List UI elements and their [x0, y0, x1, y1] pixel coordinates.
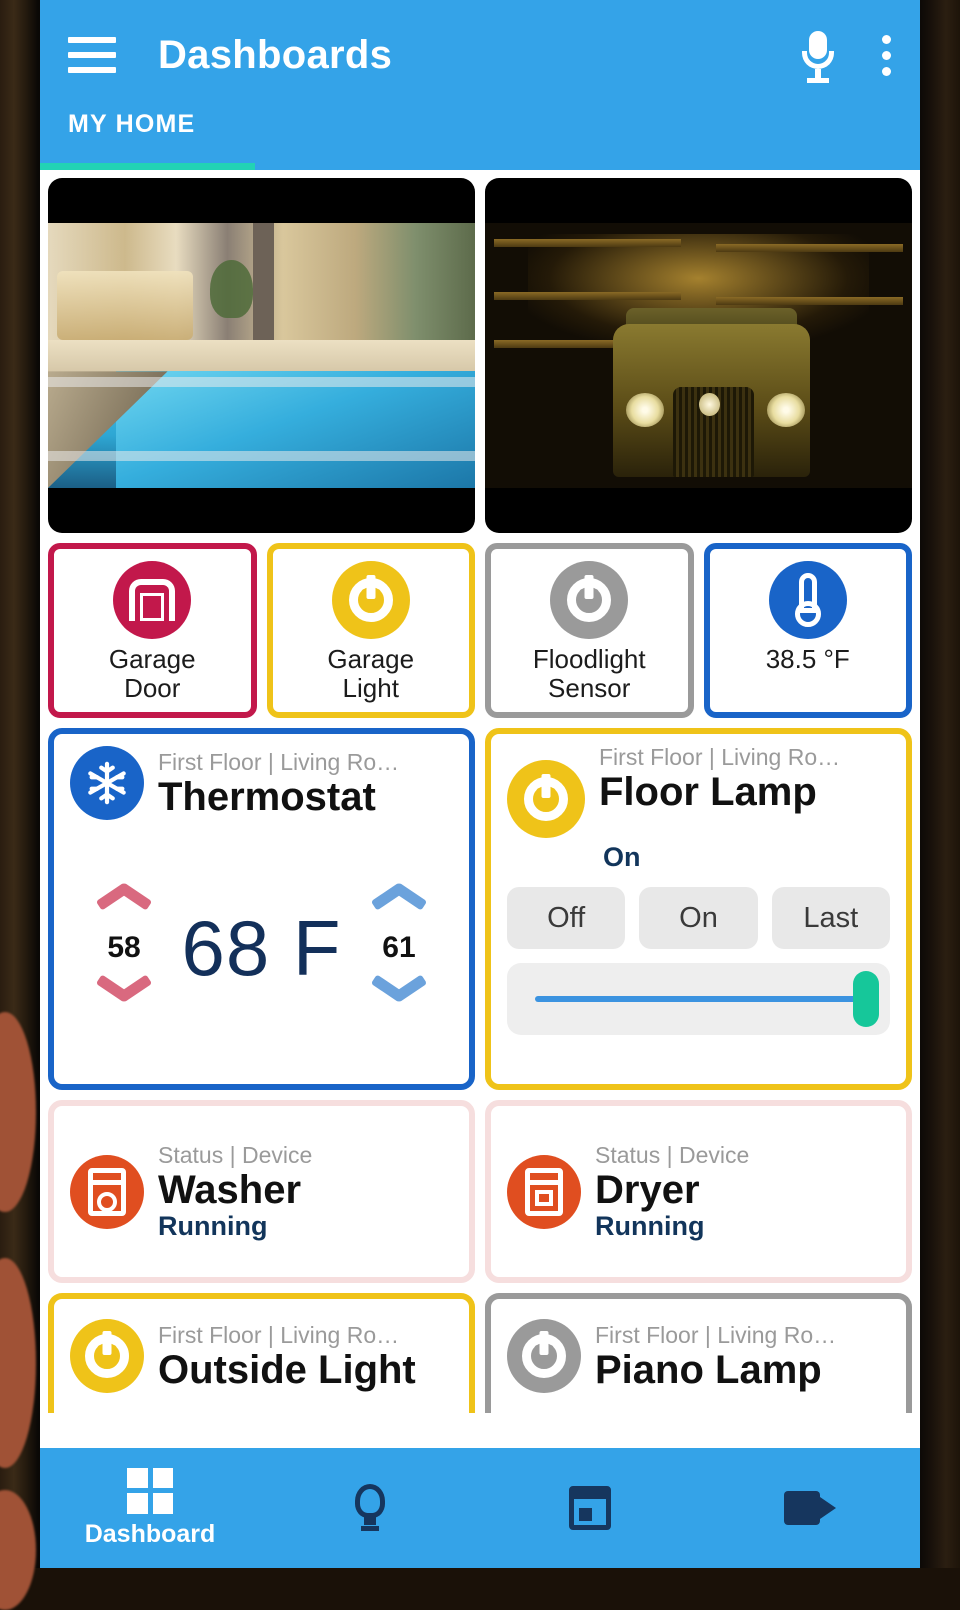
- card-subtitle: First Floor | Living Ro…: [158, 1321, 400, 1348]
- card-outside-light[interactable]: First Floor | Living Ro… Outside Light: [48, 1293, 475, 1413]
- dryer-icon: [507, 1154, 581, 1229]
- card-washer[interactable]: Status | Device Washer Running: [48, 1100, 475, 1283]
- lamp-on-button[interactable]: On: [639, 887, 758, 949]
- dashboard-tabs: MY HOME: [40, 110, 920, 170]
- hand-finger: [0, 1490, 36, 1610]
- washer-icon: [70, 1154, 144, 1229]
- heat-down-arrow-icon[interactable]: [96, 979, 152, 1009]
- cool-down-arrow-icon[interactable]: [371, 979, 427, 1009]
- tab-active-indicator: [40, 163, 255, 170]
- tab-my-home[interactable]: MY HOME: [68, 110, 195, 139]
- lamp-state: On: [603, 842, 641, 872]
- camera-row: [48, 178, 912, 533]
- thermostat-lamp-row: First Floor | Living Ro… Thermostat 58 6…: [48, 728, 912, 1090]
- shortcut-floodlight-sensor[interactable]: Floodlight Sensor: [485, 543, 694, 718]
- card-subtitle: First Floor | Living Ro…: [595, 1321, 837, 1348]
- card-title: Thermostat: [158, 774, 376, 819]
- shortcut-label: 38.5 °F: [765, 644, 850, 674]
- slider-track: [535, 996, 862, 1002]
- dashboard-grid-icon: [127, 1467, 173, 1514]
- light-row: First Floor | Living Ro… Outside Light F…: [48, 1293, 912, 1413]
- lamp-mode-buttons: Off On Last: [507, 887, 890, 949]
- dashboard-content: Garage Door Garage Light Floodlight Sensor: [40, 170, 920, 1413]
- nav-item-cameras[interactable]: [700, 1491, 920, 1525]
- heat-setpoint-control[interactable]: 58: [76, 887, 172, 1009]
- power-icon: [331, 561, 410, 639]
- shortcut-row: Garage Door Garage Light Floodlight Sensor: [48, 543, 912, 718]
- nav-item-lights[interactable]: [260, 1484, 480, 1532]
- shortcut-garage-door[interactable]: Garage Door: [48, 543, 257, 718]
- nav-item-dashboard[interactable]: Dashboard: [40, 1467, 260, 1549]
- card-thermostat[interactable]: First Floor | Living Ro… Thermostat 58 6…: [48, 728, 475, 1090]
- power-icon[interactable]: [70, 1319, 144, 1393]
- appliance-state: Running: [158, 1210, 268, 1241]
- cool-up-arrow-icon[interactable]: [371, 887, 427, 917]
- shortcut-temperature[interactable]: 38.5 °F: [703, 543, 912, 718]
- page-title: Dashboards: [158, 32, 393, 77]
- nav-item-schedule[interactable]: [480, 1486, 700, 1530]
- card-subtitle: First Floor | Living Ro…: [599, 744, 841, 770]
- calendar-icon: [569, 1486, 611, 1530]
- heat-setpoint-value: 58: [107, 931, 141, 964]
- hand-finger: [0, 1012, 36, 1212]
- card-title: Floor Lamp: [599, 770, 817, 814]
- lamp-last-button[interactable]: Last: [771, 887, 890, 949]
- power-icon: [550, 561, 629, 639]
- app-bar: Dashboards MY HOME: [40, 0, 920, 170]
- card-floor-lamp[interactable]: First Floor | Living Ro… Floor Lamp On O…: [485, 728, 912, 1090]
- card-title: Piano Lamp: [595, 1347, 822, 1392]
- bottom-navigation: Dashboard: [40, 1448, 920, 1568]
- card-subtitle: First Floor | Living Ro…: [158, 748, 400, 775]
- card-piano-lamp[interactable]: First Floor | Living Ro… Piano Lamp: [485, 1293, 912, 1413]
- nav-label: Dashboard: [84, 1519, 216, 1548]
- thermostat-current-temp: 68 F: [181, 903, 342, 992]
- camera-tile-garage[interactable]: [485, 178, 912, 533]
- snowflake-icon: [70, 746, 144, 820]
- lamp-off-button[interactable]: Off: [507, 887, 626, 949]
- cool-setpoint-value: 61: [382, 931, 416, 964]
- heat-up-arrow-icon[interactable]: [96, 887, 152, 917]
- card-title: Outside Light: [158, 1347, 416, 1392]
- card-title: Washer: [158, 1167, 302, 1212]
- lamp-dimmer-slider[interactable]: [507, 963, 890, 1035]
- video-camera-icon: [784, 1491, 836, 1525]
- shortcut-garage-light[interactable]: Garage Light: [266, 543, 475, 718]
- card-subtitle: Status | Device: [158, 1141, 313, 1168]
- phone-screen: Dashboards MY HOME Garage Door Garage Li…: [40, 0, 920, 1568]
- hamburger-menu-icon[interactable]: [68, 37, 116, 73]
- thermometer-icon: [768, 561, 847, 639]
- shortcut-label: Garage Door: [108, 644, 196, 704]
- shortcut-label: Garage Light: [327, 644, 415, 704]
- camera-tile-indoor-pool[interactable]: [48, 178, 475, 533]
- shortcut-label: Floodlight Sensor: [532, 644, 646, 704]
- cool-setpoint-control[interactable]: 61: [351, 887, 447, 1009]
- card-subtitle: Status | Device: [595, 1141, 750, 1168]
- card-dryer[interactable]: Status | Device Dryer Running: [485, 1100, 912, 1283]
- hand-finger: [0, 1258, 36, 1468]
- power-icon[interactable]: [507, 1319, 581, 1393]
- microphone-icon[interactable]: [798, 29, 838, 83]
- slider-thumb[interactable]: [852, 971, 879, 1027]
- power-icon[interactable]: [507, 760, 585, 838]
- lightbulb-icon: [353, 1484, 387, 1532]
- garage-door-icon: [113, 561, 192, 639]
- overflow-menu-icon[interactable]: [882, 34, 892, 76]
- appliance-state: Running: [595, 1210, 705, 1241]
- card-title: Dryer: [595, 1167, 700, 1212]
- appliance-row: Status | Device Washer Running Status | …: [48, 1100, 912, 1283]
